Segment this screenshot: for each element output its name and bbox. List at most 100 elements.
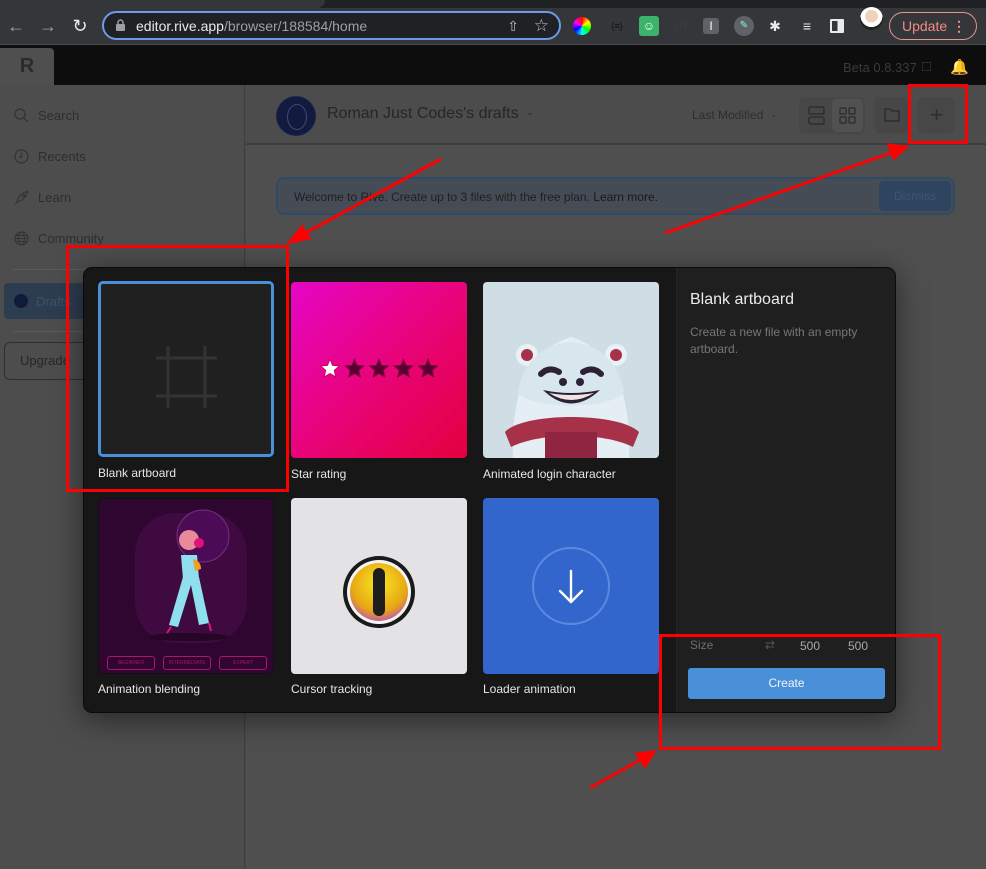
star-empty-icon [393,358,414,378]
app-topbar [0,45,986,85]
sidebar-item-search[interactable]: Search [13,105,79,125]
detail-description: Create a new file with an empty artboard… [690,325,858,356]
template-thumbnail[interactable] [291,498,467,674]
wrench-extension-icon[interactable]: ✎ [734,16,754,36]
template-label: Animated login character [483,467,616,481]
team-avatar[interactable] [276,96,316,136]
template-thumbnail[interactable] [483,498,659,674]
tag-intermediate: INTERMEDIATE [163,656,211,670]
template-label: Blank artboard [98,466,177,480]
template-cursor-tracking[interactable]: Cursor tracking [291,498,467,696]
star-rating-preview [320,358,438,378]
grid-view-button[interactable] [832,99,863,132]
url-text: editor.rive.app/browser/188584/home [136,18,368,34]
height-input[interactable]: 500 [848,639,868,653]
learn-more-link[interactable]: Learn more. [593,190,658,204]
walking-character-illustration [135,509,247,643]
side-panel-icon[interactable] [830,19,844,33]
template-detail-panel: Blank artboard Create a new file with an… [676,268,895,712]
version-label: Beta 0.8.337 [843,60,917,75]
media-queue-icon[interactable]: ≡ [797,16,817,36]
template-label: Star rating [291,467,347,481]
add-file-button[interactable]: + [918,97,955,134]
template-label: Animation blending [98,682,201,696]
more-vert-icon[interactable]: ⋮ [952,13,966,39]
update-button[interactable]: Update ⋮ [889,12,977,40]
eye-illustration [343,556,415,628]
reload-icon[interactable]: ↻ [70,16,90,36]
bell-icon[interactable]: 🔔 [950,58,969,76]
level-tags: BEGINNER INTERMEDIATE EXPERT [107,656,267,670]
chevron-down-icon[interactable]: ⌄ [526,107,534,118]
search-icon [13,107,29,123]
star-empty-icon [418,358,438,378]
profile-avatar[interactable] [860,7,883,30]
puzzle-extensions-icon[interactable]: ✱ [765,16,785,36]
template-animated-login-character[interactable]: Animated login character [483,282,659,481]
template-thumbnail[interactable] [98,281,274,457]
bear-character-illustration [505,337,639,458]
dismiss-button[interactable]: Dismiss [879,181,951,211]
new-file-modal: Blank artboard Star rating Animated logi… [83,267,896,713]
create-button[interactable]: Create [688,668,885,699]
sort-dropdown[interactable]: Last Modified [692,108,763,122]
chevron-down-icon[interactable]: ⌄ [770,109,778,120]
template-animation-blending[interactable]: BEGINNER INTERMEDIATE EXPERT Animation b… [98,498,274,696]
forward-arrow-icon[interactable]: → [38,16,58,36]
clock-icon [13,148,29,164]
template-label: Loader animation [483,682,576,696]
bookmark-star-icon[interactable]: ☆ [534,16,549,36]
sidebar-item-label: Community [38,230,104,246]
back-arrow-icon[interactable]: ← [6,16,26,36]
list-view-icon [808,106,825,125]
drafts-avatar [14,294,28,308]
new-folder-button[interactable] [874,97,910,134]
sidebar-item-label: Recents [38,148,86,164]
download-arrow-icon [532,547,610,625]
share-icon[interactable]: ⇧ [507,18,519,35]
i-extension-icon[interactable]: I [703,18,719,34]
plus-icon: + [930,102,943,127]
browser-toolbar: ← → ↻ editor.rive.app/browser/188584/hom… [0,8,986,45]
feedback-icon[interactable]: □ [922,58,940,76]
template-thumbnail[interactable] [483,282,659,458]
banner-text: Welcome to Rive. Create up to 3 files wi… [294,190,658,204]
browser-active-tab[interactable] [0,0,325,8]
welcome-banner: Welcome to Rive. Create up to 3 files wi… [276,177,955,215]
address-bar[interactable]: editor.rive.app/browser/188584/home ⇧ ☆ [102,11,561,40]
sidebar-item-label: Search [38,107,80,123]
globe-icon [13,230,29,246]
m-extension-icon[interactable]: m [671,16,691,36]
view-toggle [799,97,865,134]
tag-expert: EXPERT [219,656,267,670]
bitmoji-extension-icon[interactable]: ☺ [639,16,659,36]
star-filled-icon [320,358,340,378]
template-blank-artboard[interactable]: Blank artboard [98,281,274,480]
sidebar-item-community[interactable]: Community [13,228,104,248]
list-view-button[interactable] [801,99,832,132]
template-thumbnail[interactable]: BEGINNER INTERMEDIATE EXPERT [98,498,274,674]
width-input[interactable]: 500 [800,639,820,653]
detail-title: Blank artboard [690,291,795,308]
lock-icon [116,19,125,31]
template-loader-animation[interactable]: Loader animation [483,498,659,696]
star-empty-icon [369,358,389,378]
template-star-rating[interactable]: Star rating [291,282,467,481]
sidebar-item-learn[interactable]: Learn [13,187,71,207]
link-aspect-icon[interactable]: ⇄ [765,638,775,652]
template-thumbnail[interactable] [291,282,467,458]
team-name[interactable]: Roman Just Codes's drafts [327,105,519,123]
json-extension-icon[interactable]: {≡} [607,16,627,36]
star-empty-icon [344,358,365,378]
sidebar-item-recents[interactable]: Recents [13,146,86,166]
folder-icon [884,108,900,122]
rive-logo[interactable]: R [0,48,54,85]
sidebar-item-label: Drafts [36,293,71,309]
color-wheel-extension-icon[interactable] [573,17,591,35]
rocket-icon [13,189,29,205]
artboard-icon [156,346,217,408]
tag-beginner: BEGINNER [107,656,155,670]
template-label: Cursor tracking [291,682,373,696]
size-label: Size [690,638,714,652]
grid-view-icon [839,107,856,124]
